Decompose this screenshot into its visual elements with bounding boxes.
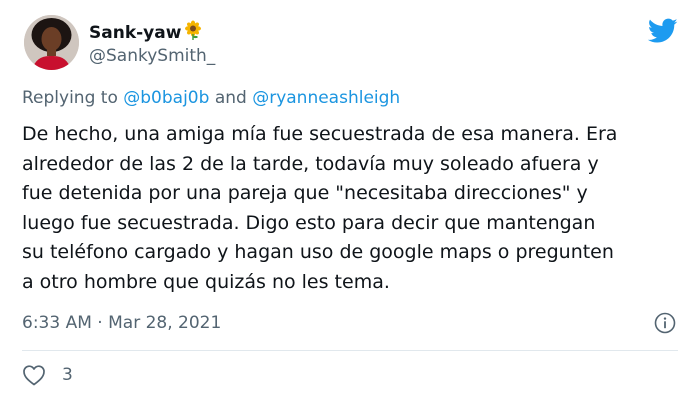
user-handle[interactable]: @SankySmith_ [89,46,215,66]
tweet-timestamp[interactable]: 6:33 AM · Mar 28, 2021 [22,313,221,333]
tweet-text: De hecho, una amiga mía fue secuestrada … [22,120,682,297]
tweet-line: luego fue secuestrada. Digo esto para de… [22,211,596,234]
divider [22,350,678,351]
like-action[interactable]: 3 [22,364,73,386]
display-name[interactable]: Sank-yaw [89,20,203,45]
mention-link[interactable]: @b0baj0b [123,88,209,108]
tweet-date: Mar 28, 2021 [108,313,222,333]
heart-icon[interactable] [22,364,46,386]
twitter-bird-icon[interactable] [647,18,678,44]
info-icon[interactable] [654,312,676,334]
sunflower-icon [183,20,203,45]
meta-separator: · [97,313,103,333]
tweet-line: De hecho, una amiga mía fue secuestrada … [22,123,618,145]
tweet-line: alrededor de las 2 de la tarde, todavía … [22,152,599,175]
tweet-line: su teléfono cargado y hagan uso de googl… [22,241,614,263]
avatar[interactable] [24,15,79,70]
tweet-line: a otro hombre que quizás no les tema. [22,270,390,293]
mention-link[interactable]: @ryanneashleigh [252,88,400,108]
tweet-line: fue detenida por una pareja que "necesit… [22,182,588,204]
replying-to: Replying to @b0baj0b and @ryanneashleigh [22,88,400,108]
like-count: 3 [62,365,73,385]
replying-to-prefix: Replying to [22,88,118,108]
display-name-text: Sank-yaw [89,22,182,43]
tweet-time: 6:33 AM [22,313,92,333]
replying-to-conjunction: and [214,88,247,108]
